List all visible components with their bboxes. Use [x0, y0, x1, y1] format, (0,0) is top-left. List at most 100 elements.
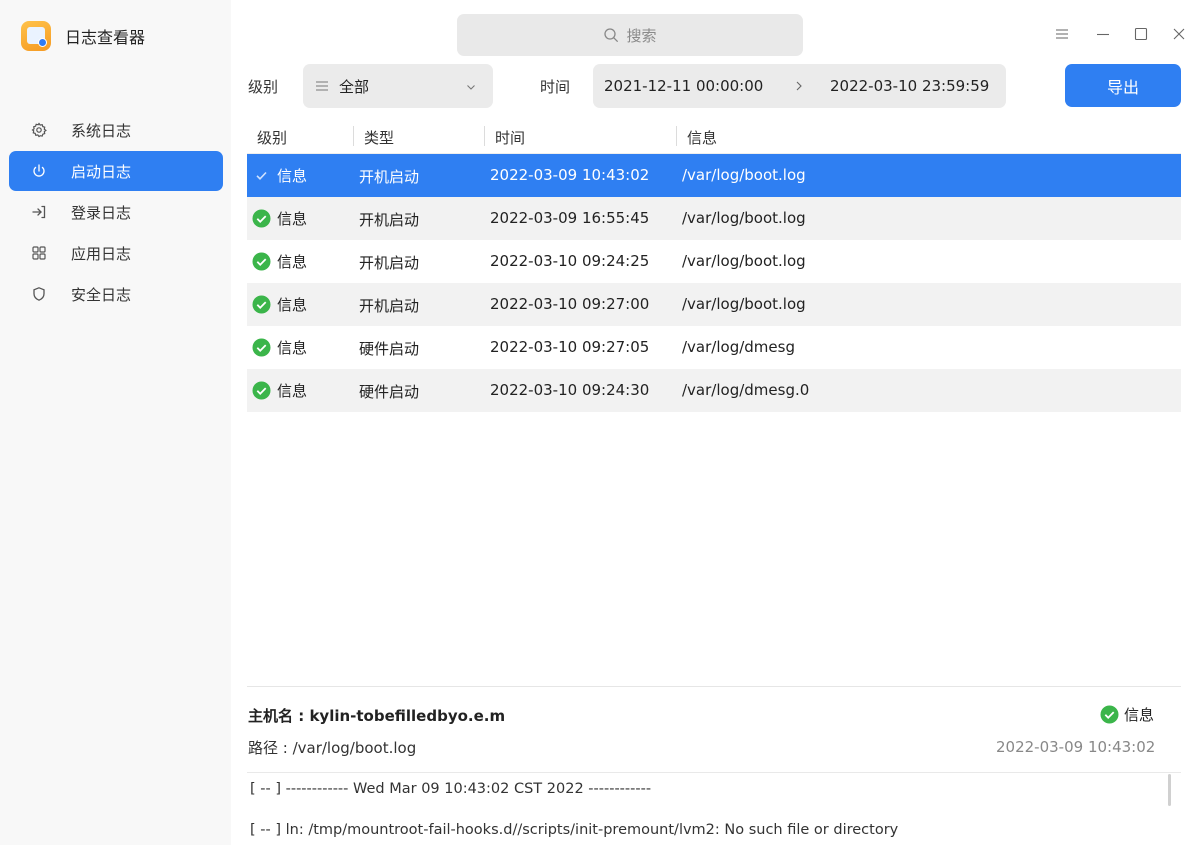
sidebar-item-label: 启动日志 [71, 162, 132, 181]
login-icon [29, 202, 49, 222]
sidebar-item-system-log[interactable]: 系统日志 [9, 110, 223, 150]
sidebar-item-label: 应用日志 [71, 244, 132, 263]
menu-icon[interactable] [1055, 22, 1069, 46]
type-cell: 开机启动 [359, 211, 420, 229]
level-label: 级别 [248, 78, 279, 96]
column-divider[interactable] [484, 126, 485, 146]
level-select-value: 全部 [339, 77, 370, 96]
table-row[interactable]: 信息 硬件启动 2022-03-10 09:24:30 /var/log/dme… [247, 369, 1181, 412]
type-cell: 硬件启动 [359, 340, 420, 358]
sidebar-item-label: 安全日志 [71, 285, 132, 304]
level-text: 信息 [277, 167, 308, 185]
sidebar-item-login-log[interactable]: 登录日志 [9, 192, 223, 232]
close-icon[interactable] [1172, 22, 1186, 46]
table-row[interactable]: 信息 开机启动 2022-03-09 16:55:45 /var/log/boo… [247, 197, 1181, 240]
filter-bar: 级别 全部 时间 2021-12-11 00:00:00 2022-03-10 … [0, 64, 1196, 108]
level-text: 信息 [277, 296, 308, 314]
column-header-time[interactable]: 时间 [495, 127, 525, 148]
type-cell: 开机启动 [359, 297, 420, 315]
check-icon [252, 166, 271, 185]
chevron-right-icon [793, 78, 805, 96]
time-cell: 2022-03-10 09:27:05 [490, 338, 650, 356]
export-button[interactable]: 导出 [1065, 64, 1181, 107]
log-scrollbar[interactable] [1168, 774, 1171, 806]
sidebar-item-boot-log[interactable]: 启动日志 [9, 151, 223, 191]
chevron-down-icon [465, 79, 477, 97]
info-cell: /var/log/dmesg.0 [682, 381, 810, 399]
table-header: 级别 类型 时间 信息 [247, 118, 1181, 154]
column-header-level[interactable]: 级别 [257, 127, 287, 148]
level-cell: 信息 [252, 380, 307, 401]
check-circle-icon [1100, 705, 1119, 724]
check-circle-icon [252, 252, 271, 271]
detail-time: 2022-03-09 10:43:02 [996, 738, 1156, 756]
level-text: 信息 [277, 210, 308, 228]
app-title: 日志查看器 [65, 28, 146, 47]
table-row[interactable]: 信息 硬件启动 2022-03-10 09:27:05 /var/log/dme… [247, 326, 1181, 369]
sidebar-item-label: 系统日志 [71, 121, 132, 140]
type-cell: 开机启动 [359, 254, 420, 272]
search-input[interactable]: 搜索 [457, 14, 803, 56]
list-icon [315, 79, 329, 93]
type-cell: 硬件启动 [359, 383, 420, 401]
info-cell: /var/log/boot.log [682, 252, 806, 270]
level-cell: 信息 [252, 208, 307, 229]
detail-level-text: 信息 [1124, 706, 1155, 724]
level-text: 信息 [277, 382, 308, 400]
detail-divider [247, 772, 1181, 773]
log-table: 级别 类型 时间 信息 信息 开机启动 2022-03-09 10:43:02 … [247, 118, 1181, 412]
sidebar: 日志查看器 系统日志 启动日志 登录日志 应用日志 安全日志 [0, 0, 231, 845]
check-circle-icon [252, 381, 271, 400]
check-circle-icon [252, 295, 271, 314]
table-row[interactable]: 信息 开机启动 2022-03-10 09:24:25 /var/log/boo… [247, 240, 1181, 283]
level-cell: 信息 [252, 337, 307, 358]
sidebar-nav: 系统日志 启动日志 登录日志 应用日志 安全日志 [9, 110, 223, 315]
level-select[interactable]: 全部 [303, 64, 493, 108]
table-row[interactable]: 信息 开机启动 2022-03-09 10:43:02 /var/log/boo… [247, 154, 1181, 197]
column-header-info[interactable]: 信息 [687, 127, 717, 148]
maximize-icon[interactable] [1134, 22, 1148, 46]
time-range-picker[interactable]: 2021-12-11 00:00:00 2022-03-10 23:59:59 [593, 64, 1006, 108]
sidebar-item-label: 登录日志 [71, 203, 132, 222]
detail-divider [247, 686, 1181, 687]
level-cell: 信息 [252, 251, 307, 272]
level-text: 信息 [277, 339, 308, 357]
info-cell: /var/log/boot.log [682, 209, 806, 227]
info-cell: /var/log/boot.log [682, 295, 806, 313]
time-start[interactable]: 2021-12-11 00:00:00 [604, 77, 763, 95]
info-cell: /var/log/boot.log [682, 166, 806, 184]
detail-path: 路径 : /var/log/boot.log [248, 739, 417, 757]
check-circle-icon [252, 338, 271, 357]
time-end[interactable]: 2022-03-10 23:59:59 [830, 77, 989, 95]
sidebar-item-security-log[interactable]: 安全日志 [9, 274, 223, 314]
time-cell: 2022-03-09 10:43:02 [490, 166, 650, 184]
app-logo-icon [21, 21, 51, 51]
detail-hostname: 主机名 : kylin-tobefilledbyo.e.m [248, 707, 506, 725]
time-cell: 2022-03-10 09:24:30 [490, 381, 650, 399]
power-icon [29, 161, 49, 181]
column-divider[interactable] [676, 126, 677, 146]
info-cell: /var/log/dmesg [682, 338, 795, 356]
sidebar-item-app-log[interactable]: 应用日志 [9, 233, 223, 273]
level-text: 信息 [277, 253, 308, 271]
search-icon [603, 27, 626, 43]
level-cell: 信息 [252, 294, 307, 315]
apps-grid-icon [29, 243, 49, 263]
level-cell: 信息 [252, 165, 307, 186]
column-divider[interactable] [353, 126, 354, 146]
table-row[interactable]: 信息 开机启动 2022-03-10 09:27:00 /var/log/boo… [247, 283, 1181, 326]
time-cell: 2022-03-10 09:24:25 [490, 252, 650, 270]
shield-icon [29, 284, 49, 304]
time-cell: 2022-03-09 16:55:45 [490, 209, 650, 227]
log-line: [ -- ] ln: /tmp/mountroot-fail-hooks.d//… [250, 822, 899, 838]
time-cell: 2022-03-10 09:27:00 [490, 295, 650, 313]
gear-icon [29, 120, 49, 140]
check-circle-icon [252, 209, 271, 228]
search-placeholder: 搜索 [626, 26, 657, 45]
time-label: 时间 [540, 78, 571, 96]
column-header-type[interactable]: 类型 [364, 127, 394, 148]
log-line: [ -- ] ------------ Wed Mar 09 10:43:02 … [250, 781, 652, 797]
type-cell: 开机启动 [359, 168, 420, 186]
minimize-icon[interactable] [1096, 22, 1110, 46]
app-header: 日志查看器 [21, 21, 146, 51]
